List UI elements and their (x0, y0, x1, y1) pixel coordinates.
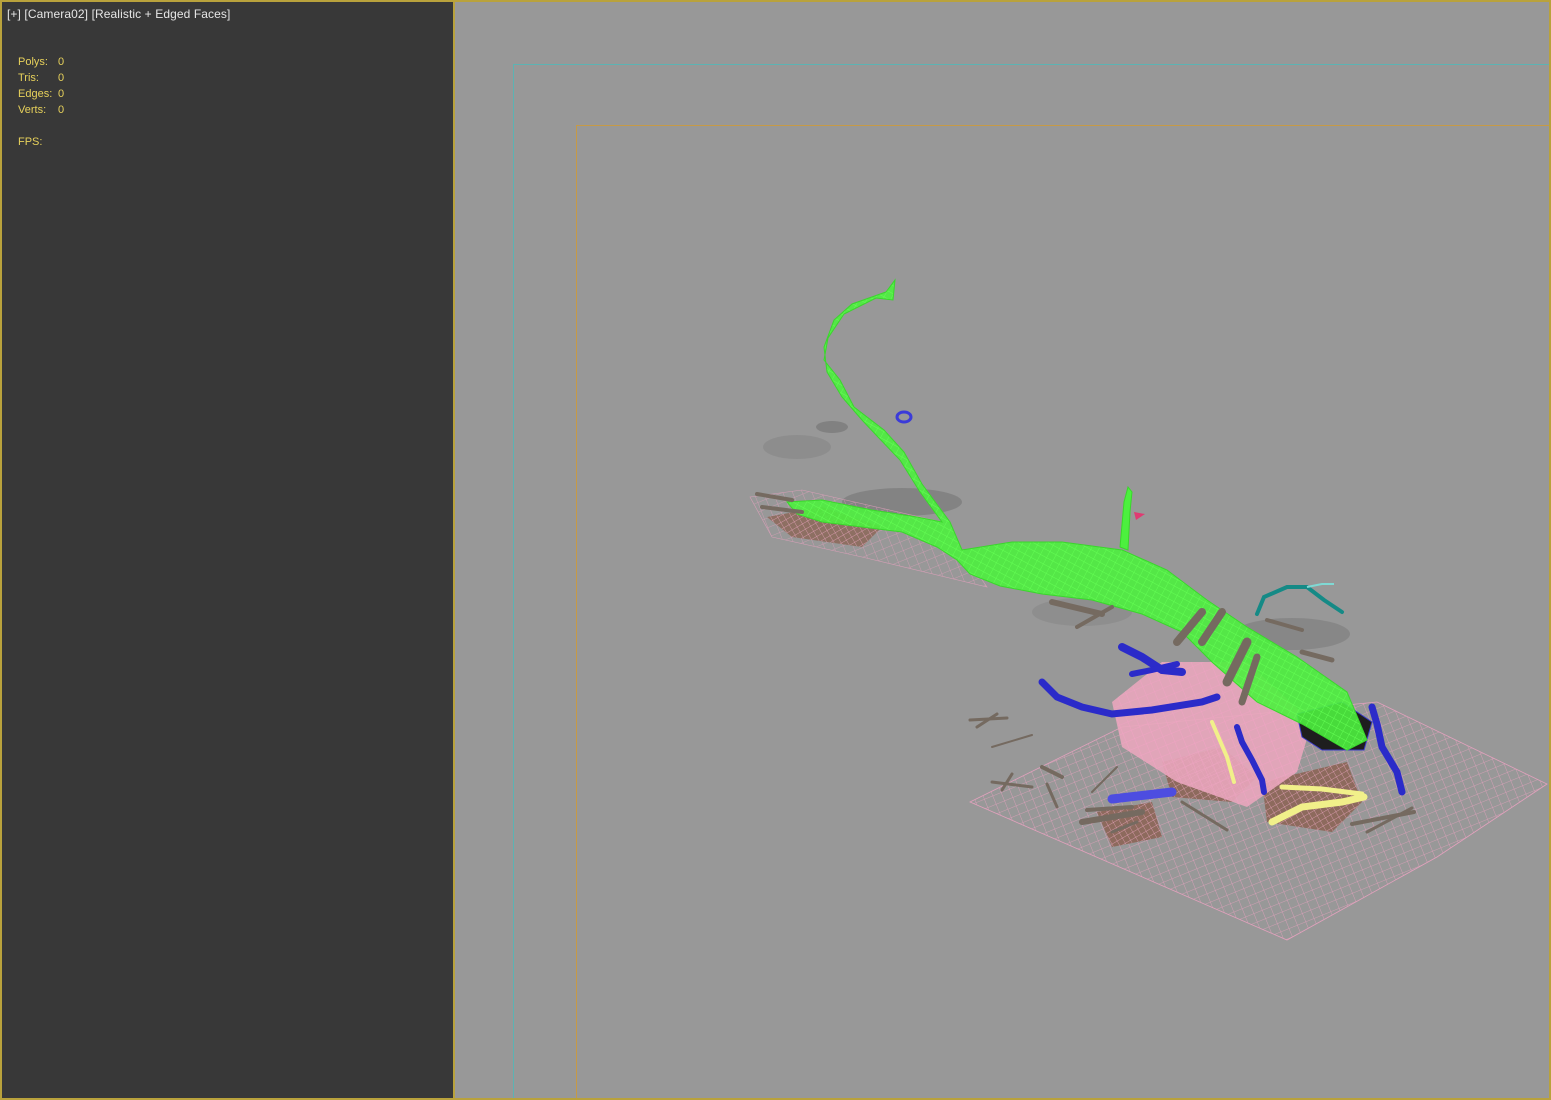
scene-3d-model[interactable] (2, 2, 1551, 1100)
tree-trunk-wireframe[interactable] (785, 278, 1368, 751)
teal-branch[interactable] (1255, 585, 1344, 616)
red-marker[interactable] (1134, 512, 1145, 520)
blue-ring[interactable] (895, 410, 913, 424)
shadow (763, 435, 831, 459)
shadow (816, 421, 848, 433)
camera-viewport[interactable]: [+] [Camera02] [Realistic + Edged Faces]… (0, 0, 1551, 1100)
teal-branch-tip (1306, 583, 1334, 588)
